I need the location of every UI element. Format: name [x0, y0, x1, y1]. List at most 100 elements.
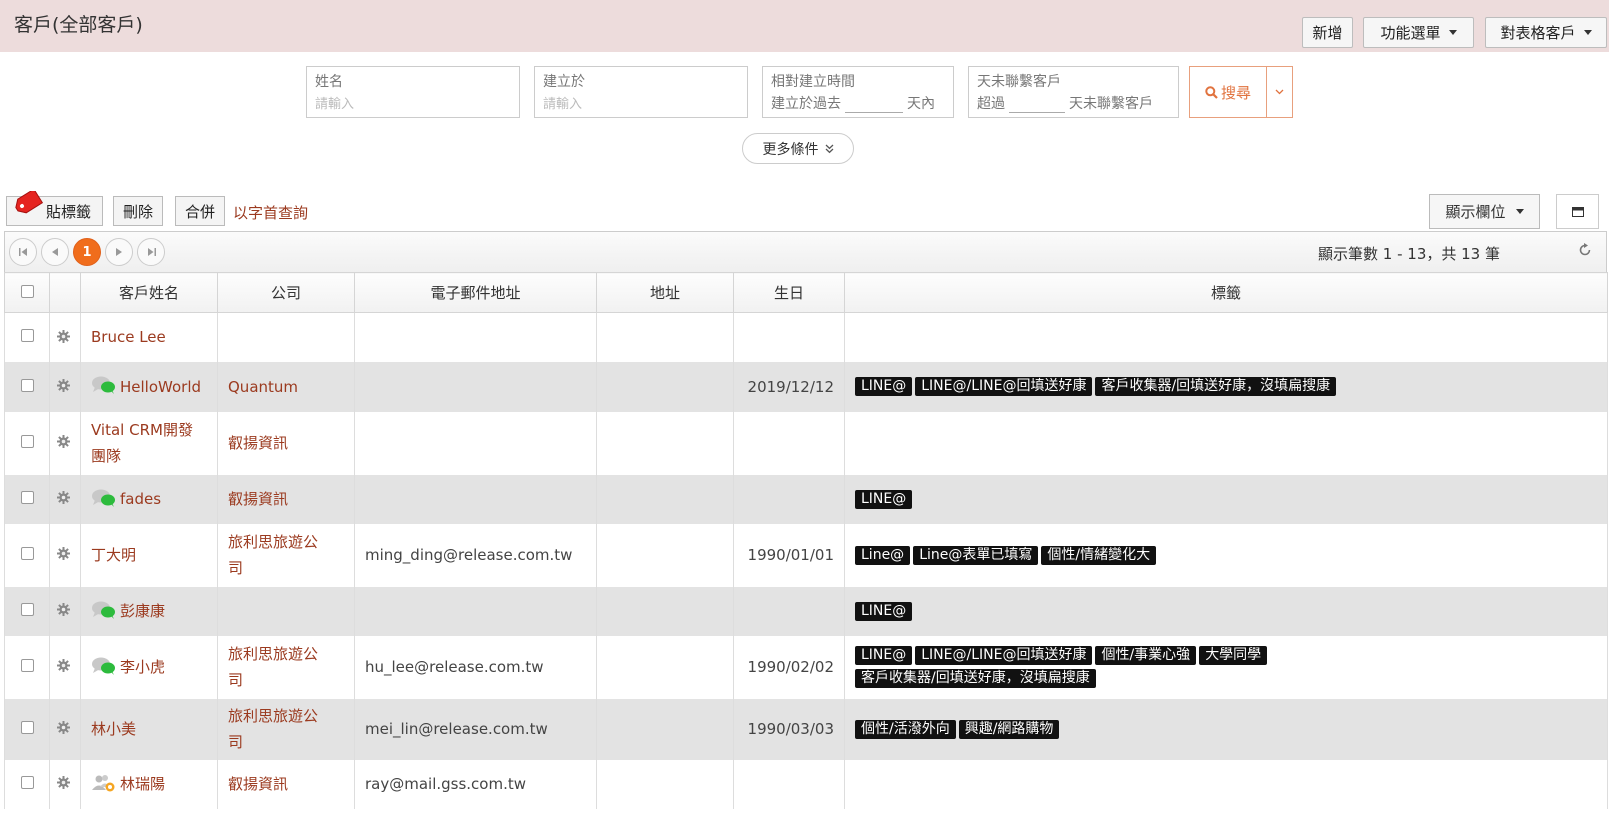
company-link[interactable]: Quantum	[228, 378, 298, 396]
customer-name-link[interactable]: 林瑞陽	[120, 775, 165, 793]
row-checkbox[interactable]	[20, 603, 34, 616]
gear-icon[interactable]	[57, 490, 70, 508]
current-page-number: 1	[82, 244, 92, 260]
customer-name-link[interactable]: 丁大明	[91, 546, 136, 564]
column-header-company[interactable]: 公司	[217, 272, 355, 313]
company-cell	[217, 312, 355, 362]
next-page-button[interactable]	[105, 238, 133, 266]
customer-name-link[interactable]: Vital CRM開發 團隊	[91, 421, 193, 465]
table-row[interactable]: fades 叡揚資訊 LINE@	[4, 474, 1608, 524]
birthday-cell: 1990/03/03	[733, 698, 845, 760]
search-options-toggle[interactable]	[1266, 66, 1293, 118]
table-header-row: 客戶姓名 公司 電子郵件地址 地址 生日 標籤	[4, 272, 1608, 313]
gear-icon[interactable]	[57, 378, 70, 396]
table-row[interactable]: Bruce Lee	[4, 312, 1608, 362]
row-checkbox[interactable]	[20, 435, 34, 448]
customer-name-link[interactable]: fades	[120, 490, 161, 508]
table-row[interactable]: Vital CRM開發 團隊 叡揚資訊	[4, 411, 1608, 475]
table-row[interactable]: 林小美 旅利思旅遊公司 mei_lin@release.com.tw 1990/03/…	[4, 698, 1608, 760]
customer-name-link[interactable]: 林小美	[91, 720, 136, 738]
email-cell: hu_lee@release.com.tw	[354, 635, 597, 699]
merge-button[interactable]: 合併	[175, 196, 225, 226]
row-checkbox[interactable]	[20, 378, 34, 392]
relative-created-filter[interactable]: 相對建立時間 建立於過去 天內	[762, 66, 954, 118]
gear-icon[interactable]	[57, 329, 70, 347]
no-contact-days-input[interactable]	[1009, 98, 1065, 113]
window-icon	[1571, 206, 1584, 217]
name-filter[interactable]: 姓名 請輸入	[306, 66, 520, 118]
address-cell	[596, 312, 734, 362]
chat-bubble-icon	[91, 488, 117, 512]
select-all-checkbox[interactable]	[20, 284, 34, 298]
company-link[interactable]: 叡揚資訊	[228, 434, 288, 452]
column-header-name[interactable]: 客戶姓名	[80, 272, 218, 313]
company-link[interactable]: 旅利思旅遊公司	[228, 645, 318, 689]
first-page-button[interactable]	[9, 238, 37, 266]
row-checkbox[interactable]	[20, 659, 34, 672]
company-link[interactable]: 旅利思旅遊公司	[228, 707, 318, 751]
caret-down-icon	[1583, 30, 1592, 35]
table-row[interactable]: 李小虎 旅利思旅遊公司 hu_lee@release.com.tw 1990/02/0…	[4, 635, 1608, 699]
gear-icon[interactable]	[57, 658, 70, 676]
email-cell	[354, 411, 597, 475]
tag-line: LINE@	[855, 488, 1597, 511]
search-button[interactable]: 搜尋	[1189, 66, 1267, 118]
add-tag-label: 貼標籤	[45, 202, 91, 221]
refresh-button[interactable]	[1578, 243, 1592, 261]
page-1-button[interactable]: 1	[73, 238, 101, 266]
table-row[interactable]: HelloWorld Quantum 2019/12/12 LINE@ LINE@/LI…	[4, 361, 1608, 412]
row-checkbox[interactable]	[20, 491, 34, 504]
column-header-birthday[interactable]: 生日	[733, 272, 845, 313]
row-checkbox[interactable]	[20, 721, 34, 734]
company-link[interactable]: 叡揚資訊	[228, 490, 288, 508]
row-checkbox[interactable]	[20, 547, 34, 560]
column-header-email[interactable]: 電子郵件地址	[354, 272, 597, 313]
no-contact-filter[interactable]: 天未聯繫客戶 超過 天未聯繫客戶	[968, 66, 1179, 118]
select-all-header[interactable]	[4, 272, 50, 313]
customer-name-link[interactable]: 李小虎	[120, 658, 165, 676]
address-cell	[596, 523, 734, 587]
sheet-customers-button[interactable]: 對表格客戶	[1485, 17, 1607, 48]
gear-icon[interactable]	[57, 720, 70, 738]
tags-cell: Line@ Line@表單已填寫 個性/情緒變化大	[844, 523, 1608, 587]
table-row[interactable]: 丁大明 旅利思旅遊公司 ming_ding@release.com.tw 1990/0…	[4, 523, 1608, 587]
table-row[interactable]: 林瑞陽 叡揚資訊 ray@mail.gss.com.tw	[4, 759, 1608, 809]
maximize-button[interactable]	[1556, 194, 1599, 229]
created-at-filter[interactable]: 建立於 請輸入	[534, 66, 748, 118]
company-link[interactable]: 叡揚資訊	[228, 775, 288, 793]
company-link[interactable]: 旅利思旅遊公司	[228, 533, 318, 577]
customer-name-link[interactable]: HelloWorld	[120, 378, 201, 396]
show-columns-button[interactable]: 顯示欄位	[1429, 194, 1540, 229]
row-checkbox[interactable]	[20, 776, 34, 789]
pager-bar: 1 顯示筆數 1 - 13，共 13 筆	[4, 231, 1607, 273]
email-cell	[354, 312, 597, 362]
customer-name-cell: 林小美	[80, 698, 218, 760]
gear-icon[interactable]	[57, 602, 70, 620]
show-columns-label: 顯示欄位	[1445, 203, 1506, 221]
row-actions-cell	[49, 312, 81, 362]
address-cell	[596, 698, 734, 760]
gear-icon[interactable]	[57, 434, 70, 452]
gear-icon[interactable]	[57, 546, 70, 564]
customer-name-link[interactable]: 彭康康	[120, 602, 165, 620]
column-header-tags[interactable]: 標籤	[844, 272, 1608, 313]
company-text: 司	[228, 559, 244, 577]
relative-created-days-input[interactable]	[845, 98, 903, 113]
add-button[interactable]: 新增	[1302, 17, 1353, 48]
gear-icon[interactable]	[57, 775, 70, 793]
column-header-address[interactable]: 地址	[596, 272, 734, 313]
prev-page-button[interactable]	[41, 238, 69, 266]
function-menu-button[interactable]: 功能選單	[1363, 17, 1474, 48]
customer-name-cell: fades	[80, 474, 218, 524]
row-checkbox[interactable]	[20, 329, 34, 343]
table-row[interactable]: 彭康康 LINE@	[4, 586, 1608, 636]
customer-name-text: 林小美	[91, 720, 137, 738]
customer-name-link[interactable]: Bruce Lee	[91, 328, 166, 346]
more-conditions-button[interactable]: 更多條件	[742, 133, 854, 164]
alpha-search-link[interactable]: 以字首查詢	[233, 202, 308, 223]
customer-name-text: Bruce Lee	[91, 328, 166, 347]
add-tag-button[interactable]: 貼標籤	[6, 191, 103, 226]
chevron-down-icon	[1275, 89, 1284, 95]
delete-button[interactable]: 刪除	[113, 196, 163, 226]
last-page-button[interactable]	[137, 238, 165, 266]
